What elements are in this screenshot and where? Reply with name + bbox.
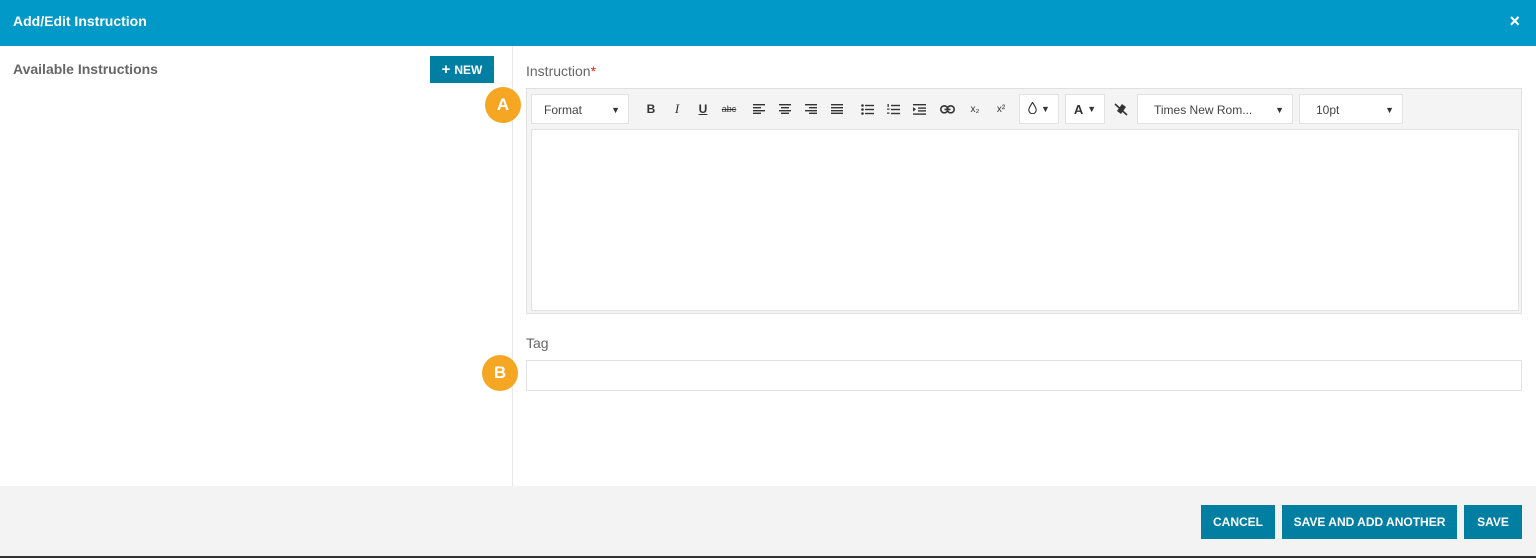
available-instructions-panel: Available Instructions + NEW [0, 46, 513, 486]
plus-icon: + [441, 60, 451, 78]
superscript-icon[interactable]: x² [989, 94, 1013, 124]
required-mark: * [590, 63, 597, 79]
font-size-dropdown[interactable]: 10pt ▼ [1299, 94, 1403, 124]
subscript-icon[interactable]: x₂ [963, 94, 987, 124]
chevron-down-icon: ▼ [611, 105, 620, 115]
bullet-list-icon[interactable] [855, 94, 879, 124]
clear-formatting-icon[interactable] [1109, 94, 1133, 124]
instruction-editor: Format ▼ B I U abc x₂ x² ▼ A ▼ Times New… [526, 88, 1522, 314]
numbered-list-icon[interactable] [881, 94, 905, 124]
dialog-title: Add/Edit Instruction [13, 13, 147, 29]
underline-icon[interactable]: U [691, 94, 715, 124]
italic-icon[interactable]: I [665, 94, 689, 124]
font-size-value: 10pt [1316, 103, 1340, 117]
new-button-label: NEW [454, 62, 483, 77]
dialog-footer: CANCEL SAVE AND ADD ANOTHER SAVE [0, 486, 1536, 556]
close-icon[interactable]: × [1509, 12, 1520, 30]
align-justify-icon[interactable] [825, 94, 849, 124]
editor-toolbar: Format ▼ B I U abc x₂ x² ▼ A ▼ Times New… [531, 94, 1511, 124]
bold-icon[interactable]: B [639, 94, 663, 124]
cancel-button[interactable]: CANCEL [1201, 505, 1275, 539]
annotation-badge-b: B [482, 355, 518, 391]
annotation-badge-a: A [485, 87, 521, 123]
save-and-add-another-button[interactable]: SAVE AND ADD ANOTHER [1282, 505, 1457, 539]
dialog-header: Add/Edit Instruction × [0, 0, 1536, 46]
instruction-label: Instruction* [526, 63, 596, 79]
available-instructions-title: Available Instructions [13, 61, 158, 77]
chevron-down-icon: ▼ [1041, 104, 1050, 114]
indent-icon[interactable] [907, 94, 931, 124]
font-color-dropdown[interactable]: A ▼ [1065, 94, 1105, 124]
strikethrough-icon[interactable]: abc [717, 94, 741, 124]
format-dropdown[interactable]: Format ▼ [531, 94, 629, 124]
chevron-down-icon: ▼ [1087, 104, 1097, 114]
save-button[interactable]: SAVE [1464, 505, 1522, 539]
font-color-icon: A [1073, 101, 1084, 117]
align-center-icon[interactable] [773, 94, 797, 124]
align-right-icon[interactable] [799, 94, 823, 124]
background-color-dropdown[interactable]: ▼ [1019, 94, 1059, 124]
tag-input[interactable] [526, 360, 1522, 391]
tag-label: Tag [526, 335, 549, 351]
instruction-text-area[interactable] [531, 129, 1519, 311]
font-family-dropdown[interactable]: Times New Rom... ▼ [1137, 94, 1293, 124]
align-left-icon[interactable] [747, 94, 771, 124]
chevron-down-icon: ▼ [1275, 105, 1284, 115]
link-icon[interactable] [935, 94, 959, 124]
font-family-value: Times New Rom... [1154, 103, 1253, 117]
new-instruction-button[interactable]: + NEW [430, 56, 494, 83]
instruction-label-text: Instruction [526, 63, 591, 79]
format-dropdown-label: Format [544, 103, 583, 117]
background-color-icon [1028, 101, 1037, 117]
chevron-down-icon: ▼ [1385, 105, 1394, 115]
